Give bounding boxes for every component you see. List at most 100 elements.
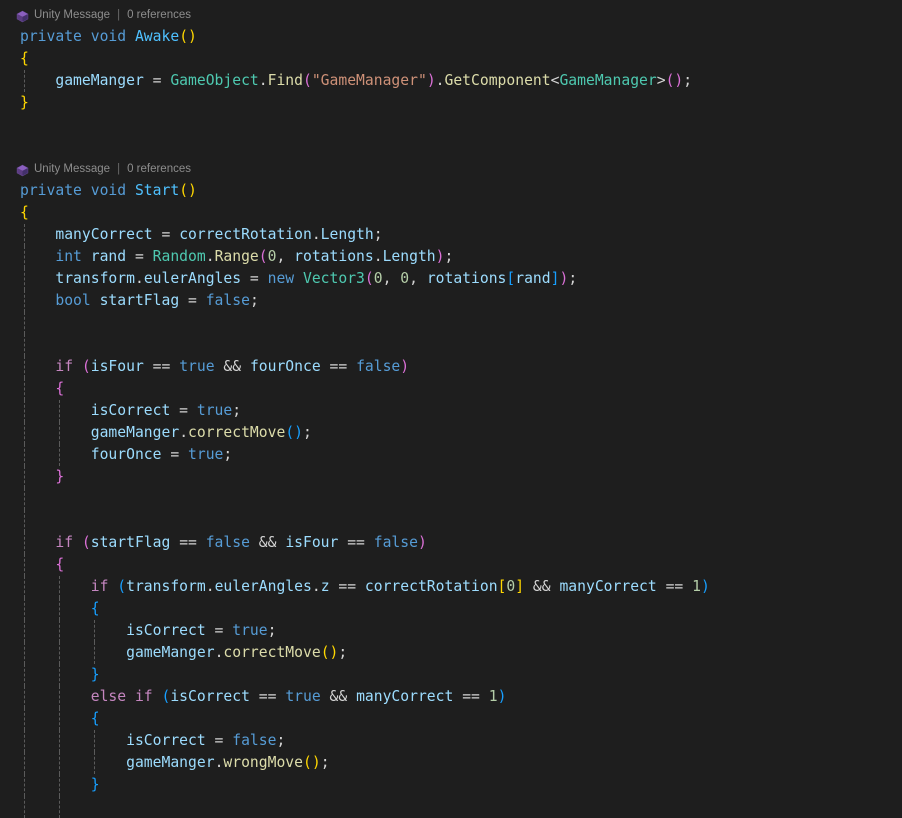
token-axis: z	[320, 578, 330, 595]
token-call-parens: ()	[665, 72, 684, 89]
token-semicolon: ;	[444, 248, 454, 265]
indent-guide	[59, 422, 60, 444]
code-line-blank[interactable]	[0, 796, 902, 818]
token-number: 0	[373, 270, 383, 287]
token-variable: gameManger	[55, 72, 144, 89]
token-property: Length	[382, 248, 436, 265]
token-generic-close: >	[656, 72, 666, 89]
code-line-inner-call-correct[interactable]: gameManger.correctMove();	[0, 642, 902, 664]
token-operator: ==	[665, 578, 684, 595]
token-dot: .	[134, 270, 144, 287]
token-assign: =	[170, 402, 197, 419]
indent-guide	[94, 752, 95, 774]
token-open-brace: {	[20, 50, 29, 67]
token-close-paren: )	[559, 270, 569, 287]
code-line-call-correct-move[interactable]: gameManger.correctMove();	[0, 422, 902, 444]
code-line-euler-angles[interactable]: transform.eulerAngles = new Vector3(0, 0…	[0, 268, 902, 290]
code-line-else-if-close-brace[interactable]: }	[0, 774, 902, 796]
token-open-brace: {	[55, 380, 65, 397]
code-line-set-is-correct[interactable]: isCorrect = true;	[0, 400, 902, 422]
code-line-else-if-open-brace[interactable]: {	[0, 708, 902, 730]
indent-guide	[59, 642, 60, 664]
token-logic-operator: &&	[329, 688, 348, 705]
token-assign: =	[152, 226, 180, 243]
indent-guide	[24, 532, 25, 554]
token-parens: ()	[179, 182, 197, 199]
token-if: if	[90, 578, 109, 595]
codelens-awake[interactable]: Unity Message | 0 references	[0, 4, 902, 26]
code-line-else-if[interactable]: else if (isCorrect == true && manyCorrec…	[0, 686, 902, 708]
codelens-references[interactable]: 0 references	[127, 158, 191, 180]
code-line-if-four[interactable]: if (isFour == true && fourOnce == false)	[0, 356, 902, 378]
token-dot: .	[179, 424, 189, 441]
indent-guide	[24, 576, 25, 598]
token-variable: manyCorrect	[55, 226, 153, 243]
token-literal: false	[205, 534, 250, 551]
code-line-if-start-flag[interactable]: if (startFlag == false && isFour == fals…	[0, 532, 902, 554]
token-variable: manyCorrect	[356, 688, 454, 705]
code-line-start-signature[interactable]: private void Start()	[0, 180, 902, 202]
code-line-if-start-flag-open-brace[interactable]: {	[0, 554, 902, 576]
codelens-start[interactable]: Unity Message | 0 references	[0, 158, 902, 180]
indent-guide	[24, 752, 25, 774]
code-line-else-set-correct[interactable]: isCorrect = false;	[0, 730, 902, 752]
token-method: correctMove	[223, 644, 321, 661]
code-line-blank[interactable]	[0, 334, 902, 356]
indent-guide	[24, 444, 25, 466]
codelens-label: Unity Message	[34, 9, 111, 21]
indent-guide	[24, 356, 25, 378]
token-variable: transform	[126, 578, 206, 595]
token-close-paren: )	[417, 534, 427, 551]
token-method-getcomponent: GetComponent	[444, 72, 551, 89]
token-operator: ==	[258, 688, 277, 705]
indent-guide	[59, 796, 60, 818]
code-line-awake-signature[interactable]: private void Awake()	[0, 26, 902, 48]
code-line-blank[interactable]	[0, 312, 902, 334]
token-open-brace: {	[20, 204, 29, 221]
code-line-blank[interactable]	[0, 510, 902, 532]
code-line-if-four-open-brace[interactable]: {	[0, 378, 902, 400]
indent-guide	[24, 400, 25, 422]
token-variable: gameManger	[90, 424, 180, 441]
token-open-paren: (	[258, 248, 268, 265]
code-line-call-wrong-move[interactable]: gameManger.wrongMove();	[0, 752, 902, 774]
code-line-if-four-close-brace[interactable]: }	[0, 466, 902, 488]
token-property: eulerAngles	[214, 578, 312, 595]
code-line-inner-if-close-brace[interactable]: }	[0, 664, 902, 686]
token-semicolon: ;	[683, 72, 693, 89]
token-generic-type: GameManager	[559, 72, 657, 89]
code-line-awake-body[interactable]: gameManger = GameObject.Find("GameManage…	[0, 70, 902, 92]
code-line-start-open-brace[interactable]: {	[0, 202, 902, 224]
token-type: GameObject	[170, 72, 259, 89]
indent-guide	[24, 730, 25, 752]
code-line-blank[interactable]	[0, 136, 902, 158]
token-variable: isCorrect	[126, 622, 206, 639]
token-assign: =	[143, 72, 171, 89]
indent-guide	[24, 774, 25, 796]
token-open-paren: (	[81, 534, 91, 551]
indent-guide	[59, 598, 60, 620]
token-semicolon: ;	[303, 424, 312, 441]
code-line-many-correct[interactable]: manyCorrect = correctRotation.Length;	[0, 224, 902, 246]
code-line-blank[interactable]	[0, 114, 902, 136]
code-line-inner-if-open-brace[interactable]: {	[0, 598, 902, 620]
token-new: new	[267, 270, 295, 287]
token-dot: .	[311, 578, 321, 595]
code-line-rand[interactable]: int rand = Random.Range(0, rotations.Len…	[0, 246, 902, 268]
code-line-set-four-once[interactable]: fourOnce = true;	[0, 444, 902, 466]
unity-cube-icon	[16, 9, 29, 22]
code-line-blank[interactable]	[0, 488, 902, 510]
token-assign: =	[126, 248, 153, 265]
code-line-start-flag[interactable]: bool startFlag = false;	[0, 290, 902, 312]
indent-guide	[59, 730, 60, 752]
code-line-inner-if[interactable]: if (transform.eulerAngles.z == correctRo…	[0, 576, 902, 598]
token-number: 0	[506, 578, 516, 595]
code-line-inner-set-correct[interactable]: isCorrect = true;	[0, 620, 902, 642]
token-comma: ,	[409, 270, 427, 287]
code-line-awake-close-brace[interactable]: }	[0, 92, 902, 114]
codelens-references[interactable]: 0 references	[127, 4, 191, 26]
token-literal: true	[285, 688, 321, 705]
code-editor[interactable]: Unity Message | 0 references private voi…	[0, 0, 902, 818]
token-parens: ()	[179, 28, 197, 45]
code-line-awake-open-brace[interactable]: {	[0, 48, 902, 70]
